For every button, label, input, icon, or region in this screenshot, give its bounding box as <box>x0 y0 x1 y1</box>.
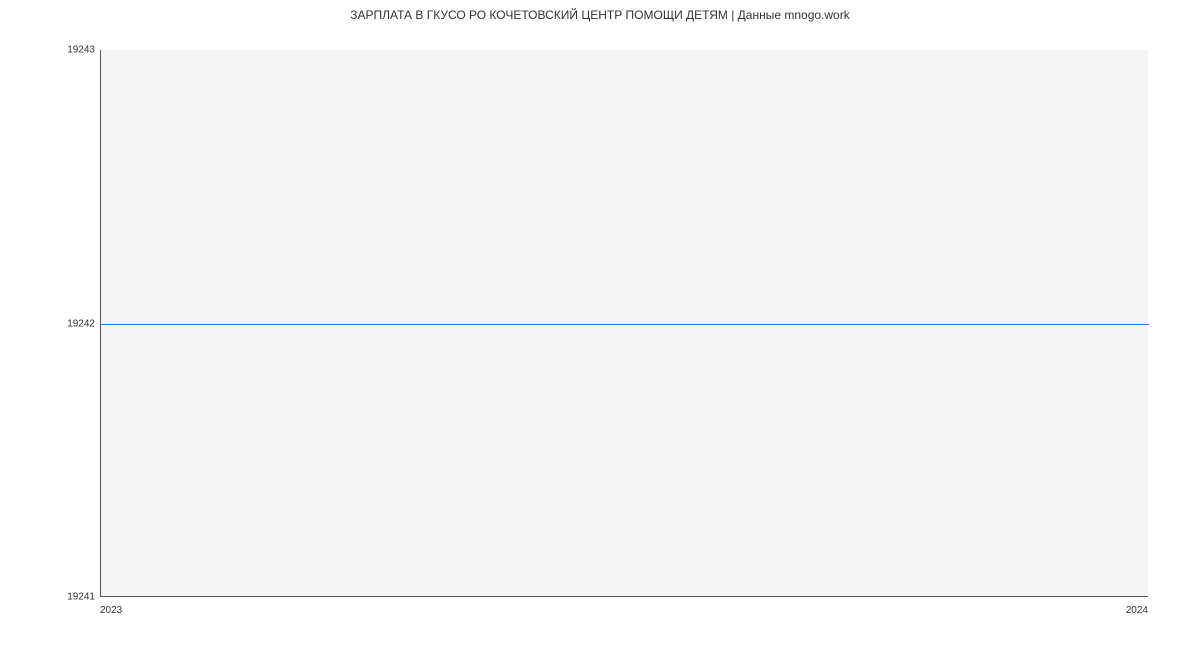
y-tick-19242: 19242 <box>67 318 95 329</box>
y-tick-19241: 19241 <box>67 592 95 603</box>
chart-title: ЗАРПЛАТА В ГКУСО РО КОЧЕТОВСКИЙ ЦЕНТР ПО… <box>0 8 1200 22</box>
data-line <box>101 324 1149 325</box>
plot-area <box>100 50 1148 597</box>
x-tick-2024: 2024 <box>1126 605 1148 616</box>
x-tick-2023: 2023 <box>100 605 122 616</box>
y-tick-19243: 19243 <box>67 45 95 56</box>
